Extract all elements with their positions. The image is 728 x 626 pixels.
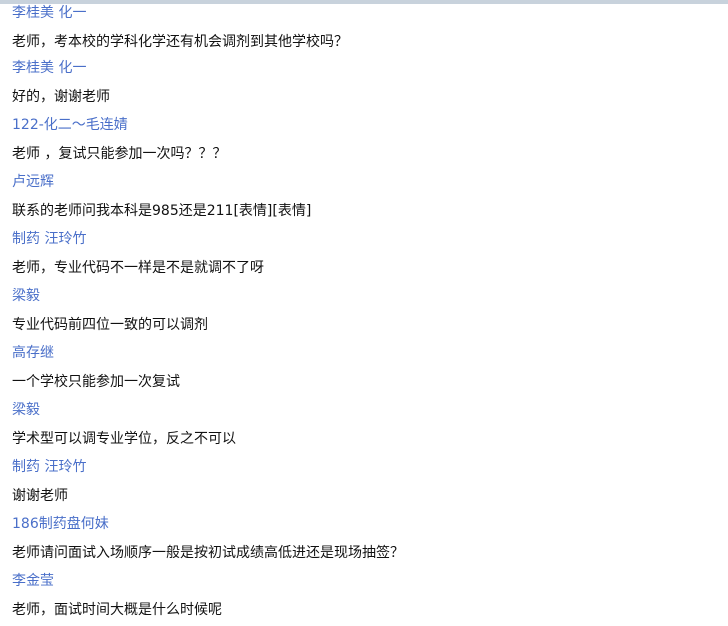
chat-message: 制药 汪玲竹 谢谢老师	[0, 458, 728, 515]
chat-message: 卢远辉 联系的老师问我本科是985还是211[表情][表情]	[0, 173, 728, 230]
message-text: 老师，专业代码不一样是不是就调不了呀	[12, 260, 264, 276]
message-sender[interactable]: 李桂美 化一	[12, 59, 728, 77]
message-text: 老师 ，复试只能参加一次吗？？？	[12, 146, 227, 162]
message-text: 学术型可以调专业学位，反之不可以	[12, 431, 236, 447]
message-text: 老师，面试时间大概是什么时候呢	[12, 602, 222, 618]
message-sender[interactable]: 李桂美 化一	[12, 4, 728, 22]
chat-message: 制药 汪玲竹 老师，专业代码不一样是不是就调不了呀	[0, 230, 728, 287]
message-sender[interactable]: 制药 汪玲竹	[12, 458, 728, 476]
chat-message: 李金莹 老师，面试时间大概是什么时候呢	[0, 572, 728, 626]
chat-message: 梁毅 学术型可以调专业学位，反之不可以	[0, 401, 728, 458]
message-sender[interactable]: 梁毅	[12, 287, 728, 305]
chat-message: 李桂美 化一 老师，考本校的学科化学还有机会调剂到其他学校吗？	[0, 4, 728, 59]
chat-message: 高存继 一个学校只能参加一次复试	[0, 344, 728, 401]
message-sender[interactable]: 李金莹	[12, 572, 728, 590]
chat-message: 122-化二～毛连婧 老师 ，复试只能参加一次吗？？？	[0, 116, 728, 173]
message-text: 好的，谢谢老师	[12, 89, 110, 105]
message-sender[interactable]: 卢远辉	[12, 173, 728, 191]
message-text: 专业代码前四位一致的可以调剂	[12, 317, 208, 333]
message-sender[interactable]: 186制药盘何妹	[12, 515, 728, 533]
message-text: 一个学校只能参加一次复试	[12, 374, 180, 390]
message-sender[interactable]: 梁毅	[12, 401, 728, 419]
message-text: 老师请问面试入场顺序一般是按初试成绩高低进还是现场抽签？	[12, 545, 404, 561]
message-sender[interactable]: 高存继	[12, 344, 728, 362]
chat-message: 186制药盘何妹 老师请问面试入场顺序一般是按初试成绩高低进还是现场抽签？	[0, 515, 728, 572]
message-sender[interactable]: 122-化二～毛连婧	[12, 116, 728, 134]
message-text: 联系的老师问我本科是985还是211[表情][表情]	[12, 203, 312, 219]
message-text: 老师，考本校的学科化学还有机会调剂到其他学校吗？	[12, 34, 348, 50]
message-sender[interactable]: 制药 汪玲竹	[12, 230, 728, 248]
chat-message-log[interactable]: 李桂美 化一 老师，考本校的学科化学还有机会调剂到其他学校吗？ 李桂美 化一 好…	[0, 4, 728, 626]
chat-message: 梁毅 专业代码前四位一致的可以调剂	[0, 287, 728, 344]
message-text: 谢谢老师	[12, 488, 68, 504]
chat-message: 李桂美 化一 好的，谢谢老师	[0, 59, 728, 116]
